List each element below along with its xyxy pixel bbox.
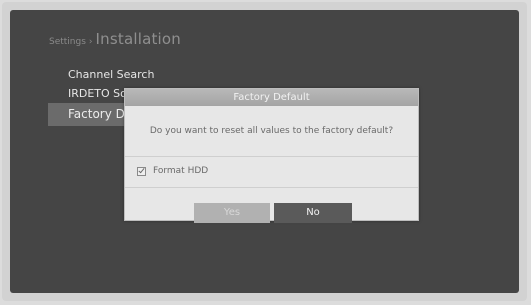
breadcrumb-separator: › — [88, 37, 93, 47]
dialog-title: Factory Default — [125, 89, 418, 106]
factory-default-dialog: Factory Default Do you want to reset all… — [124, 88, 419, 223]
breadcrumb: Settings › Installation — [49, 30, 181, 50]
format-hdd-label: Format HDD — [153, 166, 209, 176]
breadcrumb-parent[interactable]: Settings — [49, 37, 86, 47]
menu-item-channel-search[interactable]: Channel Search — [48, 65, 198, 84]
tv-screen: Settings › Installation Channel Search I… — [10, 10, 519, 293]
dialog-divider — [125, 156, 418, 157]
format-hdd-option[interactable]: Format HDD — [137, 166, 208, 176]
format-hdd-checkbox[interactable] — [137, 166, 146, 176]
no-button[interactable]: No — [274, 203, 352, 223]
dialog-message: Do you want to reset all values to the f… — [149, 126, 394, 136]
yes-button[interactable]: Yes — [194, 203, 270, 223]
dialog-divider — [125, 187, 418, 188]
tv-frame: Settings › Installation Channel Search I… — [2, 2, 527, 301]
page-title: Installation — [95, 30, 182, 48]
